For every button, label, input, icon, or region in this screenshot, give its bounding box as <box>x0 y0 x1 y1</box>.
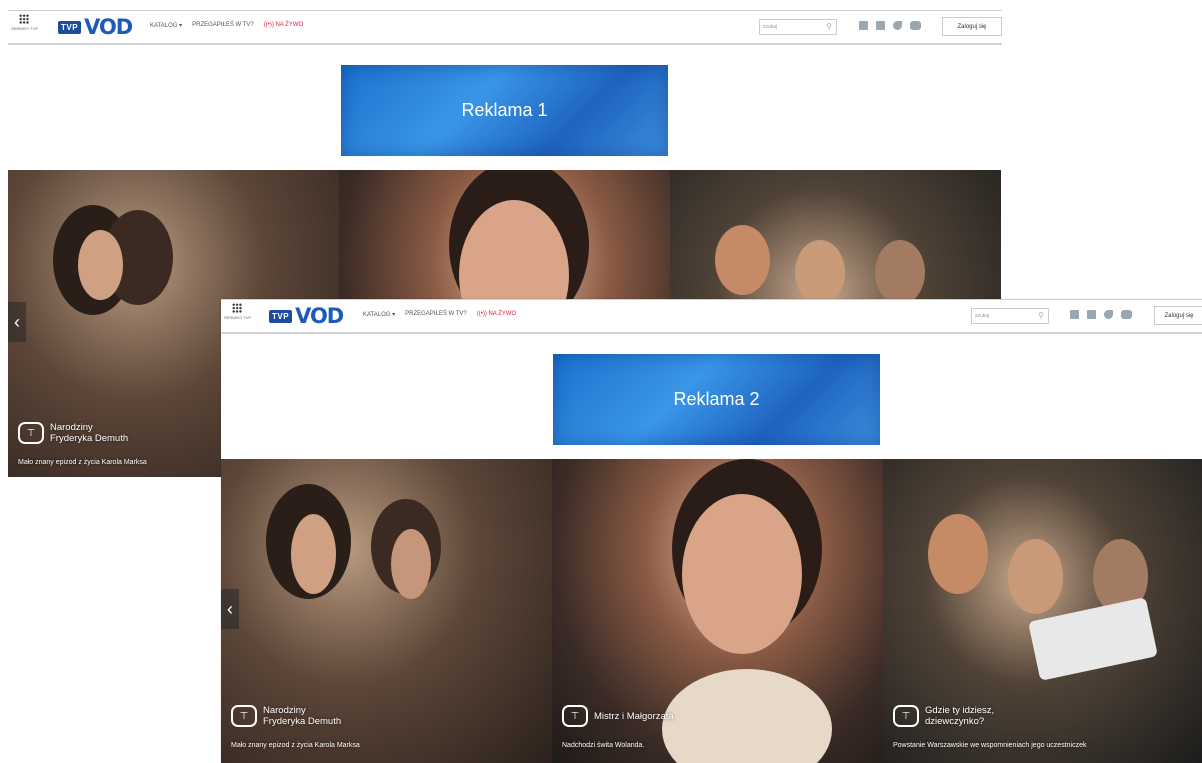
slide-2-description: Nadchodzi świta Wolanda. <box>562 742 645 749</box>
search-input[interactable]: szukaj ⚲ <box>971 308 1049 324</box>
slide-3-title: Gdzie ty idziesz, dziewczynko? <box>925 705 995 727</box>
ad-banner[interactable]: Reklama 2 <box>553 354 880 445</box>
tv-icon: ⊤ <box>231 705 257 727</box>
apps-menu-button[interactable]: SERWISY TVP <box>11 14 39 38</box>
login-button[interactable]: Zaloguj się <box>1154 306 1202 325</box>
browser-window-front: SERWISY TVP TVP VOD KATALOG ▾ PRZEGAPIŁE… <box>221 299 1202 763</box>
ad-banner[interactable]: Reklama 1 <box>341 65 668 156</box>
top-navigation-bar: SERWISY TVP TVP VOD KATALOG ▾ PRZEGAPIŁE… <box>8 11 1002 45</box>
logo-vod: VOD <box>84 15 133 39</box>
login-button[interactable]: Zaloguj się <box>942 17 1002 36</box>
slide-1-caption: ⊤ Narodziny Fryderyka Demuth <box>231 705 542 727</box>
search-placeholder: szukaj <box>975 313 990 319</box>
nav-przegapiles[interactable]: PRZEGAPIŁEŚ W TV? <box>405 311 467 318</box>
nav-na-zywo[interactable]: ((•)) NA ŻYWO <box>264 22 303 29</box>
logo-vod: VOD <box>295 304 344 328</box>
tv-icon: ⊤ <box>893 705 919 727</box>
instagram-icon[interactable] <box>876 21 885 30</box>
nav-katalog[interactable]: KATALOG ▾ <box>150 22 182 29</box>
nav-na-zywo[interactable]: ((•)) NA ŻYWO <box>477 311 516 318</box>
search-placeholder: szukaj <box>763 24 778 30</box>
top-navigation-bar: SERWISY TVP TVP VOD KATALOG ▾ PRZEGAPIŁE… <box>221 300 1202 334</box>
twitter-icon[interactable] <box>893 21 902 30</box>
twitter-icon[interactable] <box>1104 310 1113 319</box>
chevron-left-icon[interactable]: ‹ <box>8 302 26 342</box>
slide-2[interactable]: ⊤ Mistrz i Małgorzata Nadchodzi świta Wo… <box>552 459 883 763</box>
slide-3[interactable]: ⊤ Gdzie ty idziesz, dziewczynko? Powstani… <box>883 459 1202 763</box>
hero-slider: ⊤ Narodziny Fryderyka Demuth Mało znany e… <box>221 459 1202 763</box>
logo-tvp: TVP <box>269 309 293 323</box>
slide-3-description: Powstanie Warszawskie we wspomnieniach j… <box>893 742 1087 749</box>
tvp-vod-logo[interactable]: TVP VOD <box>58 15 133 39</box>
apps-grid-icon <box>232 303 242 313</box>
slide-1-title: Narodziny Fryderyka Demuth <box>50 422 129 444</box>
social-links <box>1070 310 1132 319</box>
tvp-vod-logo[interactable]: TVP VOD <box>269 304 344 328</box>
nav-katalog[interactable]: KATALOG ▾ <box>363 311 395 318</box>
search-icon[interactable]: ⚲ <box>826 22 832 31</box>
nav-przegapiles[interactable]: PRZEGAPIŁEŚ W TV? <box>192 22 254 29</box>
apps-menu-button[interactable]: SERWISY TVP <box>224 303 252 327</box>
facebook-icon[interactable] <box>1070 310 1079 319</box>
chevron-left-icon[interactable]: ‹ <box>221 589 239 629</box>
main-nav: KATALOG ▾ PRZEGAPIŁEŚ W TV? ((•)) NA ŻYW… <box>363 311 516 318</box>
youtube-icon[interactable] <box>910 21 921 30</box>
apps-label: SERWISY TVP <box>224 315 252 320</box>
slide-2-title: Mistrz i Małgorzata <box>594 710 674 722</box>
search-icon[interactable]: ⚲ <box>1038 311 1044 320</box>
slide-1[interactable]: ⊤ Narodziny Fryderyka Demuth Mało znany e… <box>221 459 552 763</box>
instagram-icon[interactable] <box>1087 310 1096 319</box>
search-input[interactable]: szukaj ⚲ <box>759 19 837 35</box>
main-nav: KATALOG ▾ PRZEGAPIŁEŚ W TV? ((•)) NA ŻYW… <box>150 22 303 29</box>
slide-1-title: Narodziny Fryderyka Demuth <box>263 705 342 727</box>
logo-tvp: TVP <box>58 20 82 34</box>
tv-icon: ⊤ <box>562 705 588 727</box>
youtube-icon[interactable] <box>1121 310 1132 319</box>
slide-3-caption: ⊤ Gdzie ty idziesz, dziewczynko? <box>893 705 1192 727</box>
slide-2-caption: ⊤ Mistrz i Małgorzata <box>562 705 873 727</box>
apps-label: SERWISY TVP <box>11 26 39 31</box>
social-links <box>859 21 921 30</box>
facebook-icon[interactable] <box>859 21 868 30</box>
slide-1-description: Mało znany epizod z życia Karola Marksa <box>231 742 360 749</box>
tv-icon: ⊤ <box>18 422 44 444</box>
apps-grid-icon <box>19 14 29 24</box>
